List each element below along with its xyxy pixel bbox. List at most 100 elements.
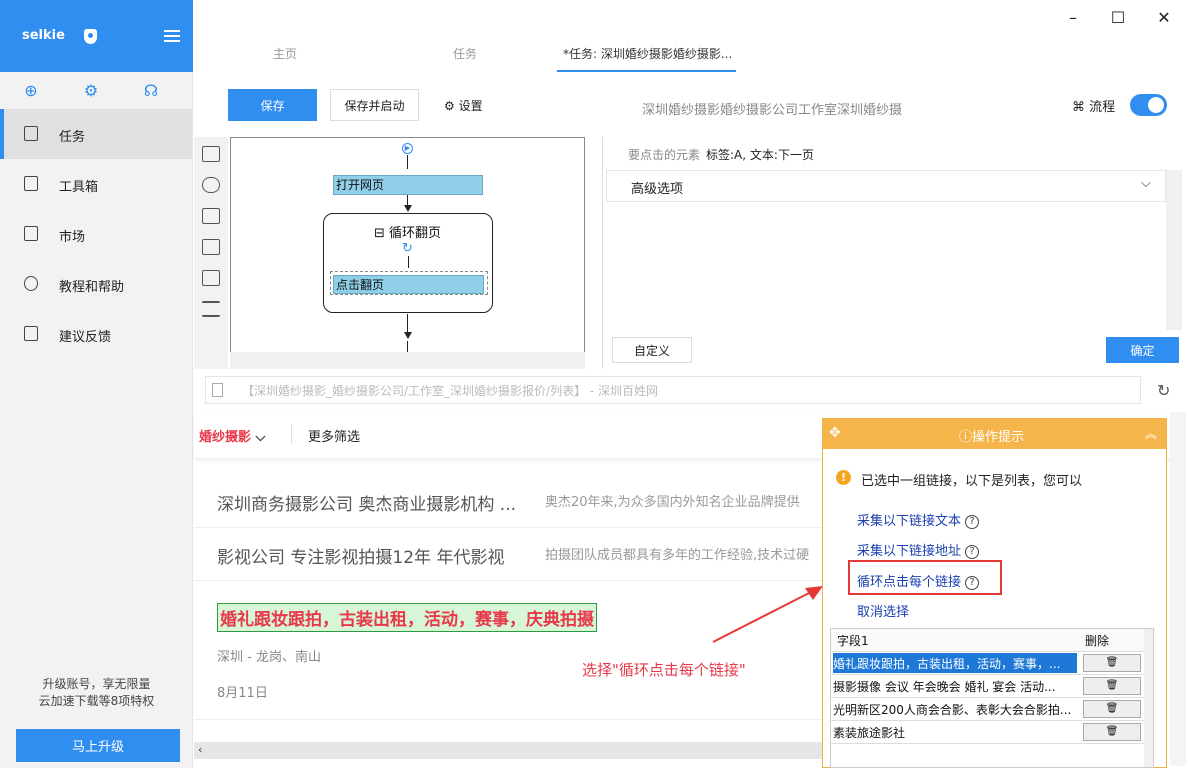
move-icon[interactable]: ✥ — [829, 425, 841, 441]
trash-icon[interactable]: 🗑 — [1083, 654, 1141, 672]
canvas-horizontal-scrollbar[interactable] — [230, 352, 585, 369]
table-row[interactable]: 婚礼跟妆跟拍，古装出租，活动，赛事，... 🗑 — [831, 652, 1153, 675]
collapse-up-icon[interactable]: ︽ — [1145, 425, 1157, 442]
trash-icon[interactable]: 🗑 — [1083, 677, 1141, 695]
maximize-icon[interactable]: ☐ — [1108, 8, 1128, 28]
tab-home[interactable]: 主页 — [273, 45, 297, 62]
tips-header[interactable]: ✥ ⓘ操作提示 ︽ — [823, 419, 1166, 449]
column-header-delete: 删除 — [1085, 634, 1110, 648]
option-loop-click-each-link[interactable]: 循环点击每个链接? — [857, 571, 980, 590]
refresh-icon[interactable]: ↻ — [1157, 381, 1170, 400]
sidebar-item-toolbox[interactable]: 工具箱 — [0, 159, 192, 209]
app-name: selkie — [22, 28, 65, 43]
arrow-down-icon — [404, 205, 412, 212]
upgrade-button[interactable]: 马上升级 — [16, 729, 180, 762]
loop-node[interactable]: ⊟ 循环翻页 ↻ 点击翻页 — [323, 213, 493, 313]
flow-connector — [407, 155, 408, 169]
flow-canvas[interactable]: ▶ 打开网页 ⊟ 循环翻页 ↻ 点击翻页 — [230, 137, 585, 369]
flow-connector — [407, 314, 408, 334]
flow-tool-column — [194, 137, 228, 369]
option-extract-link-url[interactable]: 采集以下链接地址? — [857, 540, 980, 559]
page-vertical-scrollbar[interactable] — [1170, 412, 1186, 766]
arrow-down-icon — [404, 332, 412, 339]
headset-icon[interactable]: ☊ — [142, 82, 160, 100]
tips-message: 已选中一组链接，以下是列表，您可以 — [861, 474, 1083, 489]
flow-toggle-label: ⌘ 流程 — [1072, 96, 1115, 115]
option-label: 采集以下链接文本 — [857, 514, 962, 529]
advanced-options-label: 高级选项 — [631, 182, 684, 197]
mouse-icon[interactable] — [202, 177, 220, 193]
minimize-icon[interactable]: – — [1063, 8, 1083, 28]
chevron-left-icon[interactable]: ‹ — [198, 743, 202, 756]
chevron-down-icon: ⌵ — [251, 430, 266, 445]
brand-header: selkie — [0, 0, 193, 72]
confirm-button[interactable]: 确定 — [1106, 337, 1179, 363]
advanced-options-dropdown[interactable] — [606, 170, 1166, 202]
custom-button[interactable]: 自定义 — [612, 337, 692, 363]
export-icon[interactable] — [202, 208, 220, 224]
sidebar-item-feedback[interactable]: 建议反馈 — [0, 309, 192, 359]
flow-connector — [408, 256, 409, 268]
row-text: 摄影摄像 会议 年会晚会 婚礼 宴会 活动... — [833, 680, 1056, 694]
table-row[interactable]: 素装旅途影社 🗑 — [831, 721, 1153, 744]
save-and-start-button[interactable]: 保存并启动 — [330, 89, 419, 121]
page-horizontal-scrollbar[interactable] — [194, 742, 834, 759]
filter-category[interactable]: 婚纱摄影 ⌵ — [199, 426, 265, 445]
settings-button[interactable]: ⚙ 设置 — [444, 97, 483, 114]
play-icon[interactable]: ▶ — [402, 143, 413, 154]
collapse-icon[interactable]: ⊟ — [374, 226, 389, 241]
sidebar-item-tasks[interactable]: 任务 — [0, 109, 192, 159]
row-text: 素装旅途影社 — [833, 726, 906, 740]
lock-icon — [24, 226, 38, 241]
listing-title[interactable]: 深圳商务摄影公司 奥杰商业摄影机构 ... — [217, 490, 516, 515]
click-page-node[interactable]: 点击翻页 — [333, 275, 484, 294]
trash-icon[interactable]: 🗑 — [1083, 700, 1141, 718]
save-button[interactable]: 保存 — [228, 89, 317, 121]
divider — [291, 424, 292, 444]
upgrade-line-1: 升级账号，享无限量 — [42, 677, 151, 691]
gear-icon[interactable]: ⚙ — [82, 82, 100, 100]
help-circle-icon — [24, 276, 38, 291]
option-cancel-selection[interactable]: 取消选择 — [857, 601, 909, 620]
info-icon: ⓘ — [959, 430, 973, 445]
sidebar: selkie ⊕ ⚙ ☊ 任务 工具箱 市场 教程和帮助 建议反馈 升级账号，享… — [0, 0, 193, 768]
tab-current-task[interactable]: *任务: 深圳婚纱摄影婚纱摄影... — [563, 45, 732, 62]
help-circle-icon[interactable]: ? — [965, 575, 980, 590]
more-filters[interactable]: 更多筛选 — [308, 426, 360, 445]
help-circle-icon[interactable]: ? — [965, 514, 980, 529]
element-label: 要点击的元素 — [628, 148, 701, 162]
url-text[interactable]: 【深圳婚纱摄影_婚纱摄影公司/工作室_深圳婚纱摄影报价/列表】 - 深圳百姓网 — [242, 382, 658, 399]
close-icon[interactable]: ✕ — [1154, 8, 1174, 28]
table-vertical-scrollbar[interactable] — [1144, 629, 1153, 767]
options-vertical-scrollbar[interactable] — [1166, 170, 1182, 330]
flow-toggle[interactable] — [1130, 94, 1167, 116]
row-text: 光明新区200人商会合影、表彰大会合影拍... — [833, 703, 1072, 717]
shield-icon[interactable] — [84, 29, 97, 44]
open-page-node[interactable]: 打开网页 — [333, 175, 483, 195]
chevron-down-icon[interactable]: ⌵ — [1141, 176, 1151, 191]
trash-icon[interactable]: 🗑 — [1083, 723, 1141, 741]
listing-desc: 拍摄团队成员都具有多年的工作经验,技术过硬 — [545, 548, 810, 563]
tab-tasks[interactable]: 任务 — [453, 45, 477, 62]
add-circle-icon[interactable]: ⊕ — [22, 82, 40, 100]
search-icon[interactable] — [202, 270, 220, 286]
table-row[interactable]: 摄影摄像 会议 年会晚会 婚礼 宴会 活动... 🗑 — [831, 675, 1153, 698]
settings-label: 设置 — [458, 99, 483, 113]
help-circle-icon[interactable]: ? — [965, 544, 980, 559]
list-icon[interactable] — [202, 301, 220, 317]
document-icon — [24, 126, 38, 141]
flow-chart-icon: ⌘ — [1072, 100, 1090, 115]
upgrade-text: 升级账号，享无限量 云加速下载等8项特权 — [0, 676, 193, 710]
sidebar-item-help[interactable]: 教程和帮助 — [0, 259, 192, 309]
edit-icon[interactable] — [202, 239, 220, 255]
listing-title[interactable]: 影视公司 专注影视拍摄12年 年代影视 — [217, 543, 504, 568]
option-extract-link-text[interactable]: 采集以下链接文本? — [857, 510, 980, 529]
add-step-icon[interactable] — [202, 146, 220, 162]
highlighted-listing-title[interactable]: 婚礼跟妆跟拍，古装出租，活动，赛事，庆典拍摄 — [217, 603, 597, 632]
sidebar-item-market[interactable]: 市场 — [0, 209, 192, 259]
table-row[interactable]: 光明新区200人商会合影、表彰大会合影拍... 🗑 — [831, 698, 1153, 721]
operation-tips-panel: ✥ ⓘ操作提示 ︽ ! 已选中一组链接，以下是列表，您可以 采集以下链接文本? … — [822, 418, 1167, 768]
menu-icon[interactable] — [164, 30, 180, 42]
selected-items-table: 字段1 删除 婚礼跟妆跟拍，古装出租，活动，赛事，... 🗑 摄影摄像 会议 年… — [830, 628, 1154, 768]
tips-title: ⓘ操作提示 — [959, 426, 1024, 445]
